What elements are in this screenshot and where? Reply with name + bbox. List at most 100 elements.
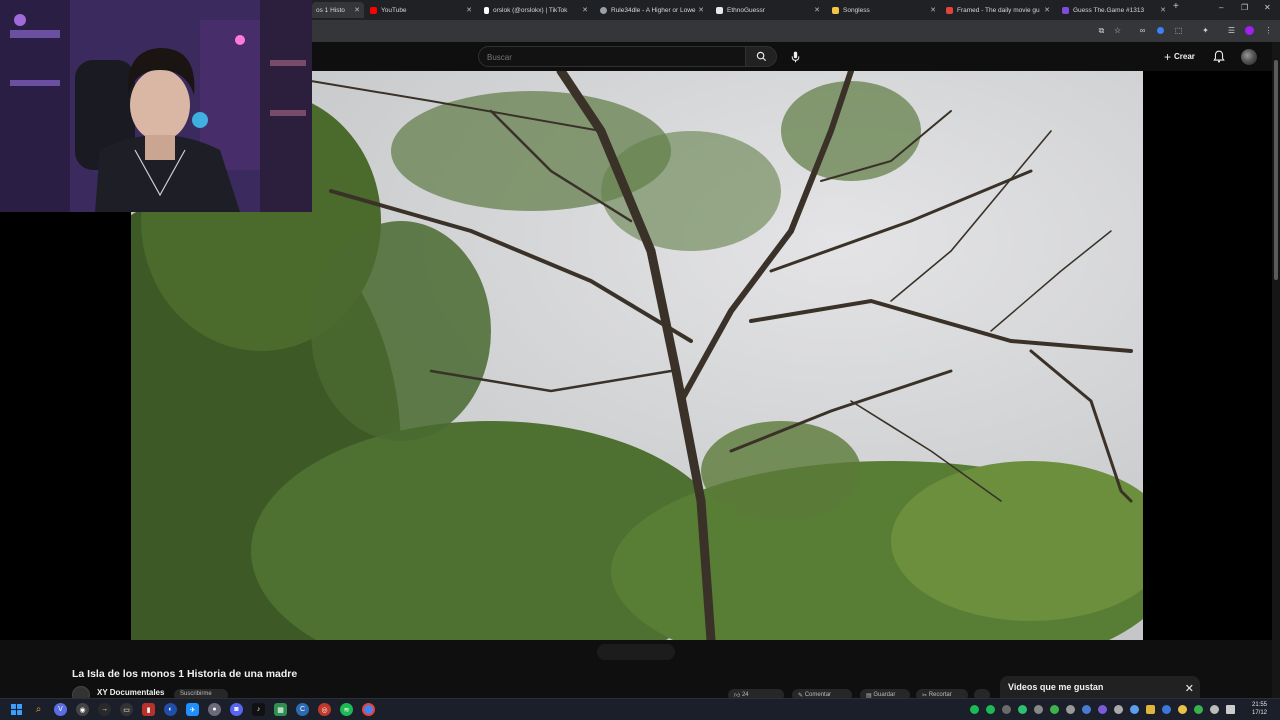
tab-label: Songless	[843, 6, 870, 14]
page-scrollbar[interactable]	[1272, 42, 1280, 698]
tray-app-icon[interactable]	[1050, 705, 1059, 714]
menu-kebab-icon[interactable]: ⋮	[1264, 26, 1273, 35]
songless-icon	[832, 6, 839, 14]
discord-icon[interactable]: ◙	[230, 703, 243, 716]
search-button[interactable]	[745, 46, 777, 67]
install-app-icon[interactable]: ⧉	[1097, 26, 1106, 35]
tab-label: Rule34dle - A Higher or Lowe	[611, 6, 696, 14]
minimize-button[interactable]: –	[1219, 3, 1223, 12]
channel-name[interactable]: XY Documentales	[97, 688, 164, 697]
playlist-panel: Videos que me gustan ✕	[1000, 676, 1200, 698]
player-controls-pill[interactable]	[597, 644, 675, 660]
app-icon[interactable]: ✈	[186, 703, 199, 716]
app-icon[interactable]: ◐	[164, 703, 177, 716]
tray-app-icon[interactable]	[1114, 705, 1123, 714]
tab-close-icon[interactable]: ✕	[582, 6, 588, 14]
tray-app-icon[interactable]	[1146, 705, 1155, 714]
reading-list-icon[interactable]: ☰	[1227, 26, 1236, 35]
tab-close-icon[interactable]: ✕	[354, 6, 360, 14]
search-icon	[756, 51, 766, 62]
app-icon[interactable]: C	[296, 703, 309, 716]
screen: os 1 Histo ✕ YouTube ✕ orslok (@orslokx)…	[0, 0, 1280, 720]
chrome-icon[interactable]	[362, 703, 375, 716]
app-icon[interactable]: →	[98, 703, 111, 716]
app-icon[interactable]: ▭	[120, 703, 133, 716]
gtg-icon	[1062, 6, 1069, 14]
search-icon[interactable]: ⌕	[32, 703, 45, 716]
tray-app-icon[interactable]	[1178, 705, 1187, 714]
tray-app-icon[interactable]	[1066, 705, 1075, 714]
tab-label: EthnoGuessr	[727, 6, 765, 14]
tab-label: Framed - The daily movie gu	[957, 6, 1040, 14]
app-icon[interactable]: ◉	[76, 703, 89, 716]
tab-close-icon[interactable]: ✕	[1044, 6, 1050, 14]
youtube-icon	[370, 6, 377, 14]
tab-youtube-video[interactable]: os 1 Histo ✕	[312, 2, 364, 18]
search-input[interactable]	[479, 48, 745, 67]
tab-label: orslok (@orslokx) | TikTok	[493, 6, 568, 14]
clock-date: 17/12	[1252, 710, 1268, 716]
favorites-icon[interactable]: ✦	[1201, 26, 1210, 35]
taskbar-clock[interactable]: 21:55 17/12	[1252, 701, 1267, 717]
tab-guess-the-game[interactable]: Guess The.Game #1313 ✕	[1058, 2, 1170, 18]
tab-label: os 1 Histo	[316, 6, 345, 14]
tray-app-icon[interactable]	[1002, 705, 1011, 714]
extensions-puzzle-icon[interactable]: ⬚	[1174, 26, 1183, 35]
tab-label: YouTube	[381, 6, 407, 14]
tab-songless[interactable]: Songless ✕	[828, 2, 940, 18]
tray-app-icon[interactable]	[1034, 705, 1043, 714]
new-tab-button[interactable]: +	[1173, 1, 1179, 12]
tab-framed[interactable]: Framed - The daily movie gu ✕	[942, 2, 1054, 18]
account-avatar[interactable]	[1241, 49, 1257, 65]
tab-youtube[interactable]: YouTube ✕	[366, 2, 476, 18]
extension-icon[interactable]: ∞	[1138, 26, 1147, 35]
app-icon[interactable]: ●	[208, 703, 221, 716]
bookmark-star-icon[interactable]: ☆	[1113, 26, 1122, 35]
tray-app-icon[interactable]	[1098, 705, 1107, 714]
tray-app-icon[interactable]	[1130, 705, 1139, 714]
tab-close-icon[interactable]: ✕	[466, 6, 472, 14]
tab-close-icon[interactable]: ✕	[698, 6, 704, 14]
extension-icon[interactable]	[1157, 27, 1164, 34]
tab-close-icon[interactable]: ✕	[1160, 6, 1166, 14]
tray-app-icon[interactable]	[1082, 705, 1091, 714]
tab-tiktok[interactable]: orslok (@orslokx) | TikTok ✕	[480, 2, 592, 18]
volume-icon[interactable]	[1210, 705, 1219, 714]
create-button[interactable]: + Crear	[1164, 48, 1195, 65]
plus-icon: +	[1164, 49, 1172, 64]
close-window-button[interactable]: ✕	[1264, 3, 1271, 12]
tray-app-icon[interactable]	[1194, 705, 1203, 714]
app-icon[interactable]: ◎	[318, 703, 331, 716]
tab-rule34dle[interactable]: Rule34dle - A Higher or Lowe ✕	[596, 2, 708, 18]
tray-spotify-icon[interactable]	[970, 705, 979, 714]
app-icon[interactable]: V	[54, 703, 67, 716]
tray-app-icon[interactable]	[1162, 705, 1171, 714]
tab-close-icon[interactable]: ✕	[930, 6, 936, 14]
tab-close-icon[interactable]: ✕	[814, 6, 820, 14]
tab-ethnoguessr[interactable]: EthnoGuessr ✕	[712, 2, 824, 18]
windows-taskbar: ⌕ V ◉ → ▭ ▮ ◐ ✈ ● ◙ ♪ ▦ C ◎ ≋ 21:55 17/1…	[0, 698, 1280, 720]
video-title: La Isla de los monos 1 Historia de una m…	[72, 668, 298, 680]
maximize-button[interactable]: ❐	[1241, 3, 1248, 12]
windows-start-icon[interactable]	[10, 703, 23, 716]
tray-app-icon[interactable]	[986, 705, 995, 714]
tray-app-icon[interactable]	[1018, 705, 1027, 714]
create-label: Crear	[1174, 52, 1195, 61]
tiktok-icon[interactable]: ♪	[252, 703, 265, 716]
ethnoguessr-icon	[716, 6, 723, 14]
microphone-icon	[791, 51, 800, 62]
voice-search-button[interactable]	[786, 47, 805, 66]
scrollbar-thumb[interactable]	[1274, 60, 1278, 280]
tab-label: Guess The.Game #1313	[1073, 6, 1145, 14]
playlist-close-icon[interactable]: ✕	[1185, 684, 1194, 695]
app-icon[interactable]: ▮	[142, 703, 155, 716]
playlist-title: Videos que me gustan	[1008, 682, 1104, 692]
spotify-icon[interactable]: ≋	[340, 703, 353, 716]
webcam-overlay	[0, 0, 312, 212]
notifications-bell-icon[interactable]	[1213, 50, 1225, 63]
app-icon[interactable]: ▦	[274, 703, 287, 716]
clock-time: 21:55	[1252, 702, 1268, 708]
profile-icon[interactable]	[1245, 26, 1254, 35]
search-box[interactable]	[478, 46, 746, 67]
network-icon[interactable]	[1226, 705, 1235, 714]
